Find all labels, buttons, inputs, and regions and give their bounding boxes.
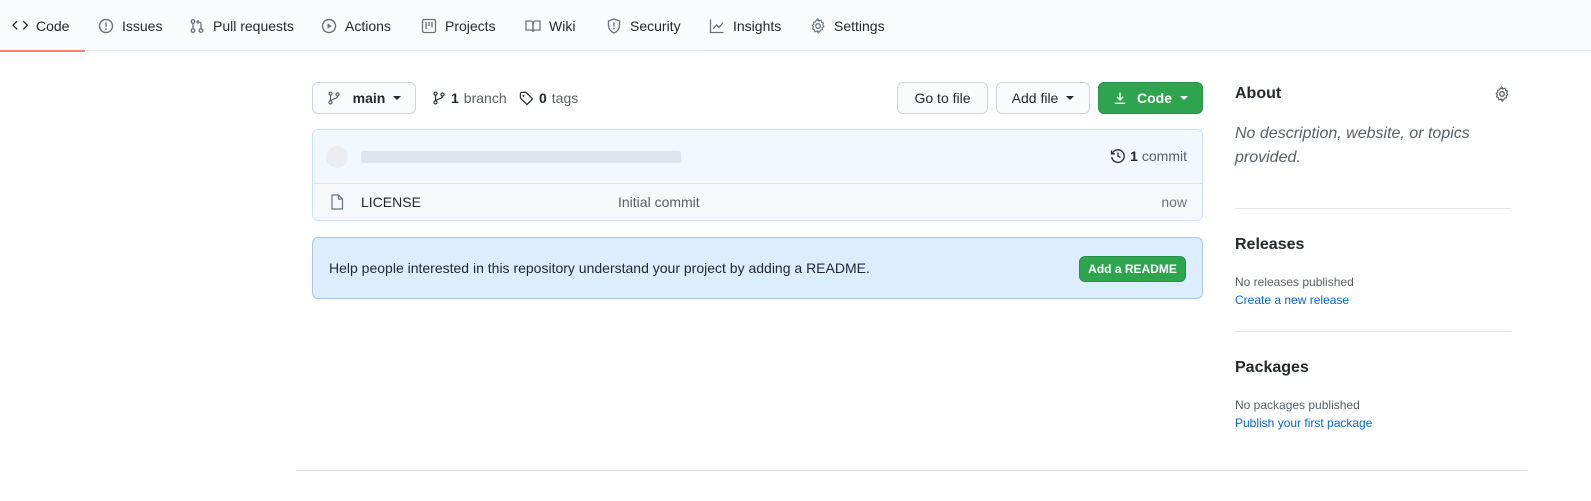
history-icon bbox=[1110, 148, 1126, 164]
file-list: 1 commit LICENSE Initial commit now bbox=[312, 129, 1203, 221]
chevron-down-icon bbox=[393, 96, 402, 100]
tab-label: Wiki bbox=[549, 17, 576, 34]
branch-icon bbox=[432, 91, 446, 105]
gear-icon bbox=[810, 17, 826, 34]
footer-divider bbox=[296, 470, 1527, 471]
add-file-label: Add file bbox=[1011, 90, 1059, 106]
latest-commit-bar: 1 commit bbox=[313, 130, 1202, 184]
packages-status: No packages published bbox=[1235, 398, 1360, 412]
tag-icon bbox=[519, 91, 534, 106]
file-commit-message-link[interactable]: Initial commit bbox=[618, 194, 700, 210]
about-heading: About bbox=[1235, 85, 1282, 102]
file-icon bbox=[330, 194, 344, 210]
tab-insights[interactable]: Insights bbox=[709, 0, 781, 51]
commit-count: 1 bbox=[1130, 148, 1138, 164]
tab-label: Actions bbox=[345, 17, 391, 34]
tags-link[interactable]: 0 tags bbox=[519, 82, 578, 114]
tab-label: Settings bbox=[834, 17, 885, 34]
project-icon bbox=[421, 18, 437, 34]
shield-icon bbox=[606, 17, 622, 34]
readme-prompt-text: Help people interested in this repositor… bbox=[329, 260, 870, 276]
create-release-link[interactable]: Create a new release bbox=[1235, 293, 1349, 307]
tab-projects[interactable]: Projects bbox=[421, 0, 496, 51]
play-icon bbox=[321, 18, 337, 34]
tab-label: Security bbox=[630, 17, 681, 34]
commit-label: commit bbox=[1141, 148, 1187, 164]
branch-count: 1 bbox=[451, 90, 459, 106]
tab-wiki[interactable]: Wiki bbox=[525, 0, 575, 51]
tab-issues[interactable]: Issues bbox=[98, 0, 162, 51]
tab-pull-requests[interactable]: Pull requests bbox=[189, 0, 294, 51]
branch-icon bbox=[327, 91, 341, 105]
chevron-down-icon bbox=[1180, 96, 1188, 100]
table-row: LICENSE Initial commit now bbox=[313, 184, 1202, 220]
file-age: now bbox=[1161, 194, 1187, 210]
graph-icon bbox=[709, 18, 725, 34]
tab-actions[interactable]: Actions bbox=[321, 0, 391, 51]
tab-label: Projects bbox=[445, 17, 496, 34]
add-file-button[interactable]: Add file bbox=[996, 82, 1090, 114]
branches-link[interactable]: 1 branch bbox=[432, 82, 507, 114]
book-icon bbox=[525, 18, 541, 34]
publish-package-link[interactable]: Publish your first package bbox=[1235, 416, 1372, 430]
releases-heading[interactable]: Releases bbox=[1235, 236, 1304, 254]
code-label: Code bbox=[1137, 90, 1172, 106]
tab-label: Pull requests bbox=[213, 17, 294, 34]
download-icon bbox=[1113, 91, 1127, 105]
tag-label: tags bbox=[551, 90, 579, 106]
packages-heading[interactable]: Packages bbox=[1235, 359, 1309, 377]
code-icon bbox=[12, 18, 28, 34]
tab-code[interactable]: Code bbox=[0, 0, 86, 52]
sidebar-divider bbox=[1235, 331, 1511, 332]
go-to-file-label: Go to file bbox=[914, 90, 971, 106]
commit-message-placeholder bbox=[361, 151, 681, 163]
tab-label: Insights bbox=[733, 17, 782, 34]
file-name-link[interactable]: LICENSE bbox=[361, 194, 421, 210]
branch-select-button[interactable]: main bbox=[312, 82, 416, 114]
add-readme-button[interactable]: Add a README bbox=[1079, 256, 1186, 282]
about-description: No description, website, or topics provi… bbox=[1235, 125, 1470, 166]
repo-nav: Code Issues Pull requests Actions Projec… bbox=[0, 0, 1591, 52]
go-to-file-button[interactable]: Go to file bbox=[897, 82, 988, 114]
tab-label: Code bbox=[36, 17, 70, 34]
gear-icon[interactable] bbox=[1494, 86, 1510, 102]
issue-icon bbox=[98, 18, 114, 34]
commits-link[interactable]: 1 commit bbox=[1110, 148, 1187, 164]
releases-status: No releases published bbox=[1235, 275, 1354, 289]
tab-label: Issues bbox=[122, 17, 163, 34]
pull-request-icon bbox=[189, 18, 205, 34]
tag-count: 0 bbox=[539, 90, 547, 106]
tab-security[interactable]: Security bbox=[606, 0, 681, 51]
branch-label: branch bbox=[463, 90, 507, 106]
branch-name: main bbox=[352, 90, 386, 106]
tab-selected-underline bbox=[0, 50, 86, 52]
code-download-button[interactable]: Code bbox=[1098, 82, 1203, 114]
readme-prompt: Help people interested in this repositor… bbox=[312, 237, 1203, 299]
sidebar-divider bbox=[1235, 208, 1511, 209]
avatar bbox=[326, 146, 348, 168]
chevron-down-icon bbox=[1066, 96, 1075, 100]
tab-settings[interactable]: Settings bbox=[810, 0, 885, 51]
